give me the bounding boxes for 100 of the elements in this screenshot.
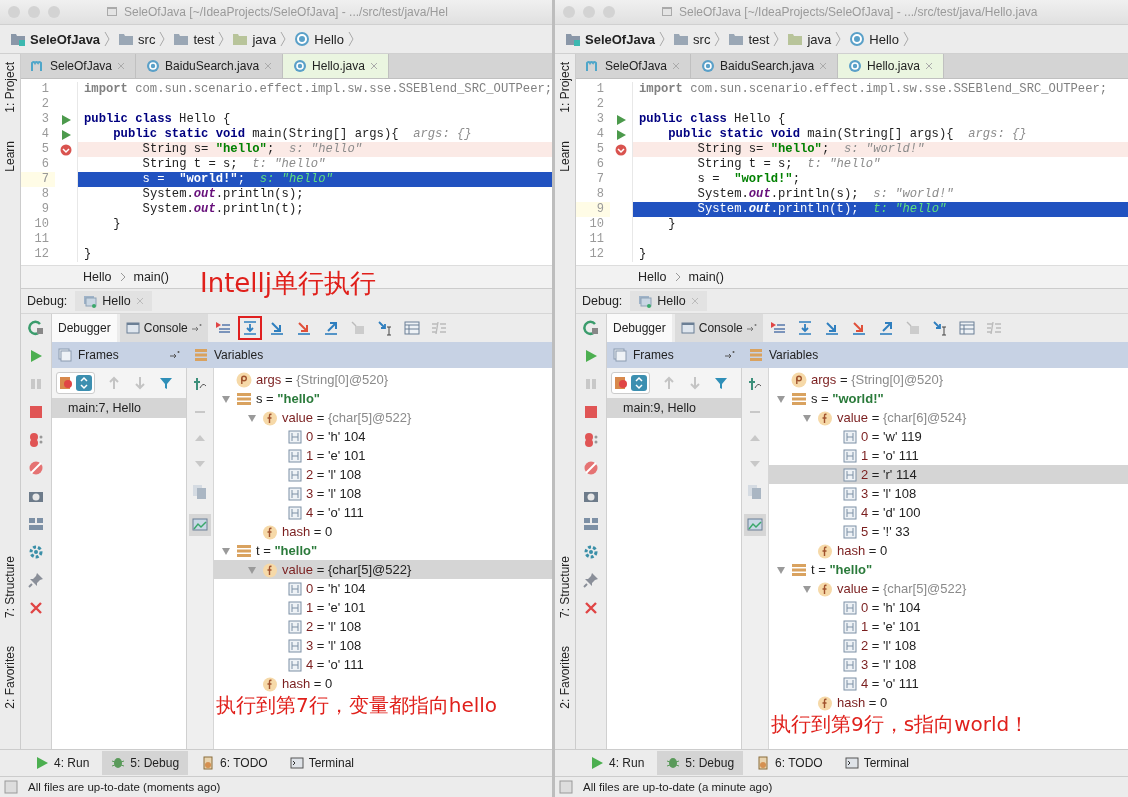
expand-arrow-icon[interactable] [221, 545, 231, 556]
variable-row[interactable]: value = {char[6]@524} [769, 408, 1128, 427]
stop-icon[interactable] [28, 404, 44, 420]
breadcrumb-item[interactable]: Hello [869, 31, 899, 47]
down-arrow-icon[interactable] [688, 376, 702, 390]
variable-row[interactable]: 3 = 'l' 108 [769, 655, 1128, 674]
layout-icon[interactable] [583, 516, 599, 532]
close-icon[interactable] [117, 62, 126, 70]
variable-row[interactable]: 2 = 'l' 108 [214, 465, 552, 484]
variable-row[interactable]: args = {String[0]@520} [214, 370, 552, 389]
watches-icon[interactable] [744, 514, 766, 536]
status-icon[interactable] [4, 780, 18, 794]
tool-window-tab[interactable]: 7: Structure [3, 556, 17, 619]
pause-icon[interactable] [28, 376, 44, 392]
settings-icon[interactable] [28, 544, 44, 560]
variable-row[interactable]: hash = 0 [769, 693, 1128, 712]
variable-row[interactable]: 2 = 'l' 108 [769, 636, 1128, 655]
variable-row[interactable]: value = {char[5]@522} [769, 579, 1128, 598]
debug-tab[interactable]: Debugger [52, 314, 117, 342]
tool-window-button[interactable]: 4: Run [581, 751, 654, 775]
run-icon[interactable] [60, 128, 72, 141]
variable-row[interactable]: 0 = 'h' 104 [214, 427, 552, 446]
thread-selector[interactable] [56, 372, 95, 394]
expand-arrow-icon[interactable] [221, 393, 231, 404]
breadcrumb-item[interactable]: Hello [314, 31, 344, 47]
breadcrumb-item[interactable]: SeleOfJava [585, 31, 656, 47]
pin-tab-icon[interactable] [170, 350, 180, 360]
variable-row[interactable]: s = "hello" [214, 389, 552, 408]
frame-item[interactable]: main:9, Hello [607, 398, 741, 418]
run-icon[interactable] [615, 128, 627, 141]
tool-window-tab[interactable]: 1: Project [558, 62, 572, 113]
variable-row[interactable]: hash = 0 [214, 674, 552, 693]
copy-icon[interactable] [192, 484, 208, 500]
mute-breakpoints-icon[interactable] [28, 460, 44, 476]
frame-item[interactable]: main:7, Hello [52, 398, 186, 418]
close-icon[interactable] [264, 62, 273, 70]
variable-row[interactable]: 1 = 'o' 111 [769, 446, 1128, 465]
filter-icon[interactable] [159, 376, 173, 390]
close-icon[interactable] [583, 600, 599, 616]
variable-row[interactable]: 4 = 'd' 100 [769, 503, 1128, 522]
close-icon[interactable] [819, 62, 828, 70]
close-icon[interactable] [369, 62, 378, 70]
resume-icon[interactable] [583, 348, 599, 364]
tool-window-button[interactable]: 5: Debug [657, 751, 744, 775]
rerun-icon[interactable] [28, 320, 44, 336]
pause-icon[interactable] [583, 376, 599, 392]
variable-row[interactable]: 2 = 'r' 114 [769, 465, 1128, 484]
breadcrumb-item[interactable]: java [252, 31, 277, 47]
variable-row[interactable]: 4 = 'o' 111 [769, 674, 1128, 693]
variable-row[interactable]: 3 = 'l' 108 [769, 484, 1128, 503]
variable-row[interactable]: t = "hello" [769, 560, 1128, 579]
rerun-icon[interactable] [583, 320, 599, 336]
variable-row[interactable]: 1 = 'e' 101 [214, 598, 552, 617]
session-tab[interactable]: Hello [630, 291, 707, 311]
step-over-button[interactable] [237, 316, 262, 340]
watches-icon[interactable] [189, 514, 211, 536]
editor-tab[interactable]: Hello.java [838, 54, 944, 78]
variable-row[interactable]: 2 = 'l' 108 [214, 617, 552, 636]
editor-tab[interactable]: SeleOfJava [21, 54, 137, 78]
copy-icon[interactable] [747, 484, 763, 500]
close-icon[interactable] [690, 297, 699, 305]
breadcrumb-item[interactable]: test [193, 31, 215, 47]
debug-tab[interactable]: Debugger [607, 314, 672, 342]
variable-row[interactable]: args = {String[0]@520} [769, 370, 1128, 389]
pin-tab-icon[interactable] [725, 350, 735, 360]
expand-arrow-icon[interactable] [247, 412, 257, 423]
close-icon[interactable] [924, 62, 933, 70]
tool-window-button[interactable]: Terminal [280, 751, 363, 775]
debug-tab[interactable]: Console [674, 314, 763, 342]
filter-icon[interactable] [714, 376, 728, 390]
breakpoint-icon[interactable] [60, 143, 72, 156]
breakpoints-icon[interactable] [583, 432, 599, 448]
variable-row[interactable]: value = {char[5]@522} [214, 408, 552, 427]
variable-row[interactable]: 5 = '!' 33 [769, 522, 1128, 541]
variable-row[interactable]: hash = 0 [769, 541, 1128, 560]
breadcrumb-item[interactable]: test [748, 31, 770, 47]
pin-icon[interactable] [583, 572, 599, 588]
breadcrumb-item[interactable]: SeleOfJava [30, 31, 101, 47]
stop-icon[interactable] [583, 404, 599, 420]
evaluate-icon[interactable] [747, 376, 763, 392]
variable-row[interactable]: 3 = 'l' 108 [214, 636, 552, 655]
pin-icon[interactable] [28, 572, 44, 588]
tool-window-tab[interactable]: 1: Project [3, 62, 17, 113]
expand-arrow-icon[interactable] [247, 564, 257, 575]
breadcrumb-item[interactable]: java [807, 31, 832, 47]
resume-icon[interactable] [28, 348, 44, 364]
pin-tab-icon[interactable] [746, 323, 757, 333]
variable-row[interactable]: t = "hello" [214, 541, 552, 560]
breadcrumb-item[interactable]: main() [688, 270, 724, 284]
breadcrumb-item[interactable]: Hello [638, 270, 667, 284]
tool-window-button[interactable]: 4: Run [26, 751, 99, 775]
expand-arrow-icon[interactable] [776, 393, 786, 404]
tool-window-button[interactable]: Terminal [835, 751, 918, 775]
breadcrumb-item[interactable]: src [138, 31, 156, 47]
down-arrow-icon[interactable] [133, 376, 147, 390]
tool-window-tab[interactable]: Learn [3, 140, 17, 172]
breadcrumb-item[interactable]: main() [133, 270, 169, 284]
variable-row[interactable]: 0 = 'w' 119 [769, 427, 1128, 446]
editor-tab[interactable]: SeleOfJava [576, 54, 692, 78]
variable-row[interactable]: 1 = 'e' 101 [769, 617, 1128, 636]
